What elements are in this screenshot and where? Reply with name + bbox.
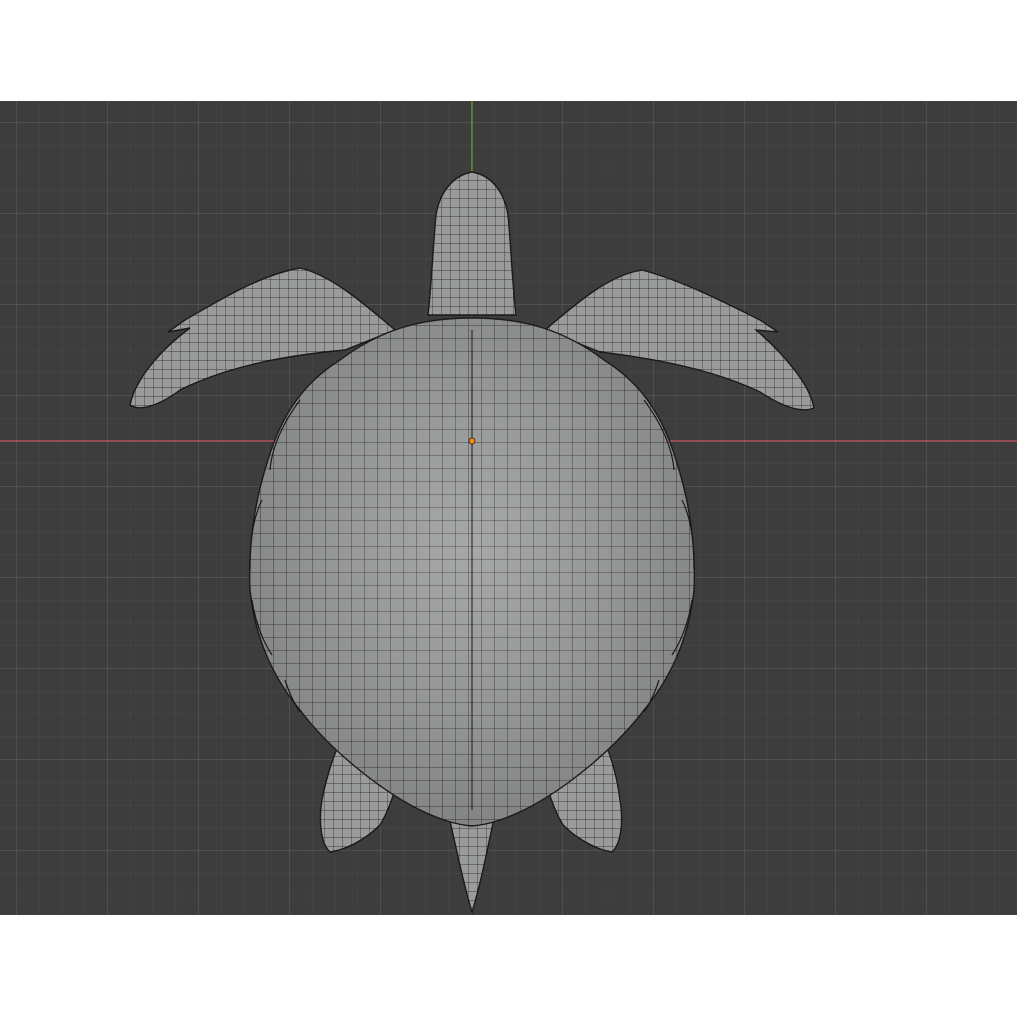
head[interactable] <box>427 171 517 316</box>
object-origin[interactable] <box>468 437 476 445</box>
3d-viewport[interactable] <box>0 101 1017 915</box>
sea-turtle-mesh[interactable] <box>129 171 815 915</box>
viewport-scene[interactable] <box>0 101 1017 915</box>
